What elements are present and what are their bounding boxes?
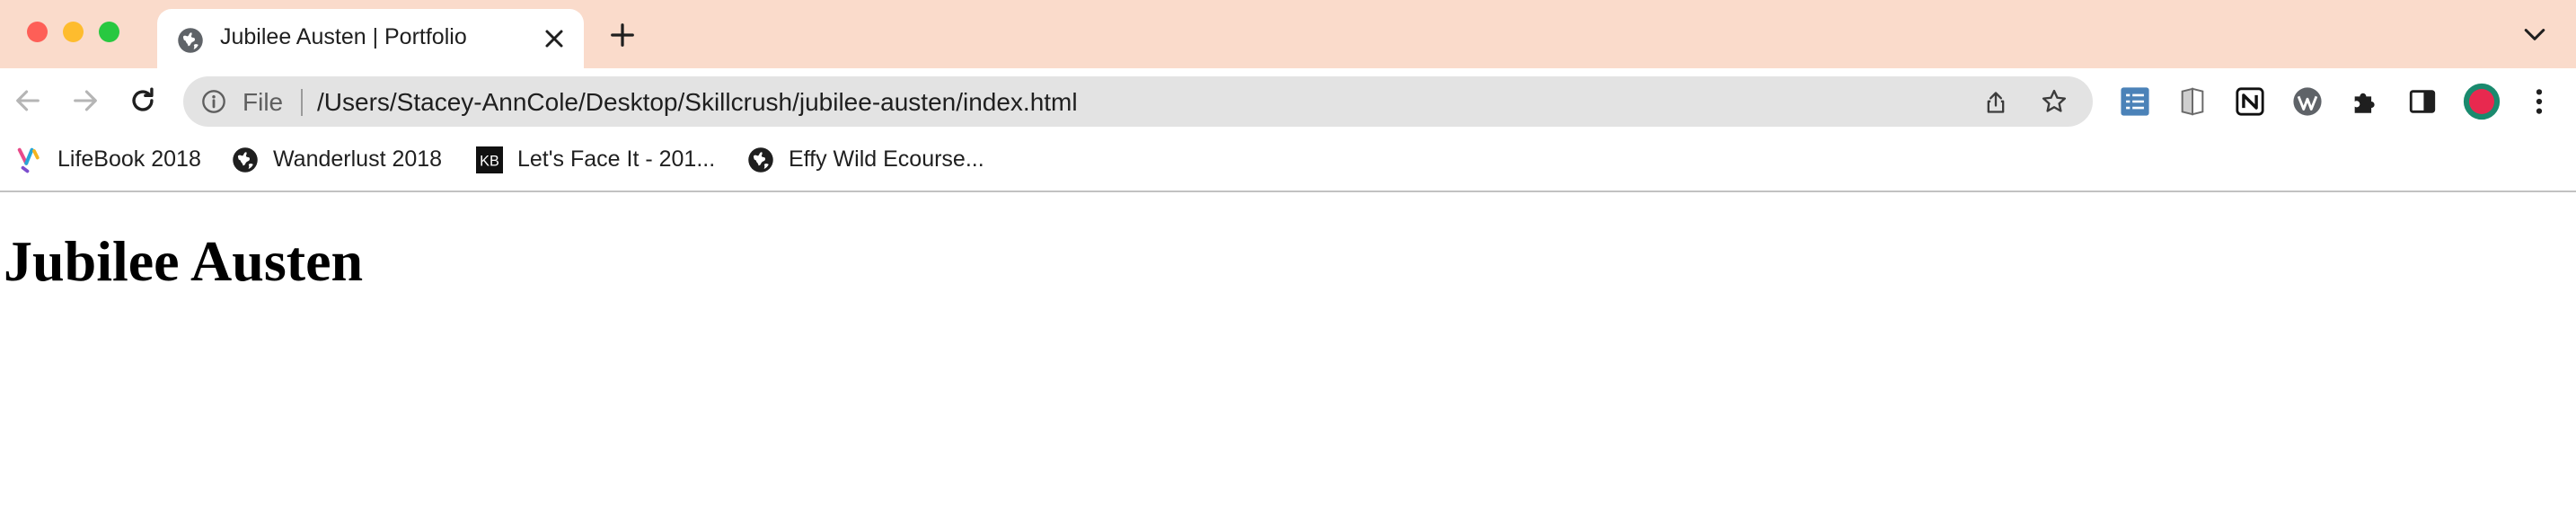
kebab-menu-icon[interactable] [2524, 86, 2554, 117]
tab-title: Jubilee Austen | Portfolio [220, 24, 467, 49]
lifebook-icon [17, 147, 40, 173]
bookmark-wanderlust[interactable]: Wanderlust 2018 [232, 142, 447, 178]
checklist-icon[interactable] [2120, 86, 2150, 117]
puzzle-icon[interactable] [2350, 86, 2380, 117]
chevron-down-icon[interactable] [2523, 27, 2546, 43]
page-heading: Jubilee Austen [4, 229, 364, 293]
zoom-window-button[interactable] [99, 22, 119, 42]
svg-text:KB: KB [480, 153, 499, 169]
scheme-divider [301, 89, 303, 116]
side-panel-icon[interactable] [2407, 86, 2438, 117]
bookmark-lifebook[interactable]: LifeBook 2018 [16, 142, 214, 178]
browser-toolbar: File /Users/Stacey-AnnCole/Desktop/Skill… [0, 68, 2576, 133]
address-bar[interactable]: File /Users/Stacey-AnnCole/Desktop/Skill… [183, 76, 2093, 127]
new-tab-icon[interactable] [609, 22, 636, 49]
globe-icon [178, 28, 203, 53]
bookmark-effy-wild[interactable]: Effy Wild Ecourse... [747, 142, 1017, 178]
bookmark-label: Wanderlust 2018 [273, 146, 443, 172]
bookmarks-bar: LifeBook 2018 Wanderlust 2018 KB Let's F… [0, 133, 2576, 192]
url-text[interactable]: /Users/Stacey-AnnCole/Desktop/Skillcrush… [317, 88, 1078, 117]
bookmark-label: LifeBook 2018 [57, 146, 201, 172]
reload-icon[interactable] [128, 85, 158, 116]
scheme-label: File [243, 88, 284, 116]
wordpress-icon[interactable] [2292, 86, 2323, 117]
active-tab[interactable]: Jubilee Austen | Portfolio [157, 9, 584, 68]
page-content: Jubilee Austen [0, 192, 2576, 514]
close-tab-icon[interactable] [543, 28, 565, 49]
globe-icon [233, 147, 258, 173]
kb-icon: KB [476, 146, 503, 173]
globe-icon [748, 147, 773, 173]
profile-avatar[interactable] [2463, 83, 2501, 120]
bookmark-label: Let's Face It - 201... [517, 146, 716, 172]
forward-icon[interactable] [70, 85, 101, 116]
tab-strip: Jubilee Austen | Portfolio [0, 0, 2576, 68]
close-window-button[interactable] [27, 22, 48, 42]
minimize-window-button[interactable] [63, 22, 84, 42]
bookmark-star-icon[interactable] [2041, 88, 2068, 115]
share-icon[interactable] [1983, 89, 2008, 116]
bookmark-label: Effy Wild Ecourse... [789, 146, 984, 172]
notion-icon[interactable] [2235, 86, 2265, 117]
back-icon[interactable] [13, 85, 43, 116]
bookmark-lets-face-it[interactable]: KB Let's Face It - 201... [476, 142, 728, 178]
info-icon[interactable] [201, 89, 226, 114]
book-icon[interactable] [2177, 86, 2208, 117]
